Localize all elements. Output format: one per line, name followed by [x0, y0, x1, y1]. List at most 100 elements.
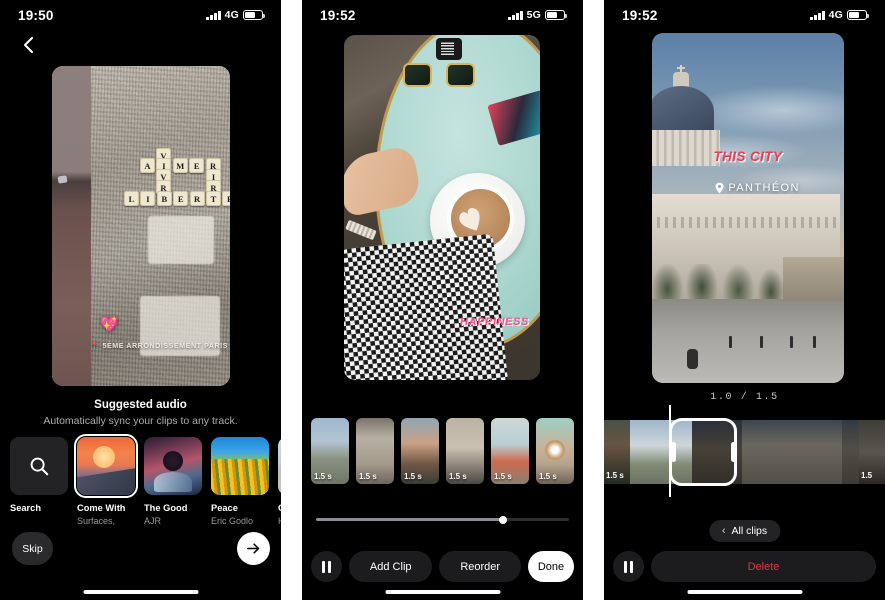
page-title: Suggested audio [94, 399, 187, 411]
pedestrian [813, 336, 817, 348]
battery-icon [545, 9, 568, 21]
track-list[interactable]: Search Come With Surfaces, The Good AJR … [10, 433, 281, 526]
track-title: The Good [144, 503, 188, 513]
clip-duration: 1.5 s [449, 472, 467, 481]
wall-left-edge [52, 66, 91, 386]
track-item[interactable]: Coastli Hollow [278, 437, 281, 526]
track-title: Coastli [278, 503, 281, 513]
status-bar: 19:52 5G [302, 0, 583, 30]
control-bar: Add Clip Reorder Done [311, 551, 575, 582]
track-artist: Surfaces, [77, 516, 116, 526]
video-preview[interactable]: HAPPINESS [344, 35, 540, 380]
pause-icon [623, 560, 627, 573]
scrubber-knob[interactable] [499, 515, 508, 524]
sunglasses-object [402, 62, 475, 89]
control-bar: Delete [613, 551, 876, 582]
status-time: 19:52 [622, 7, 658, 23]
pause-icon [321, 560, 325, 573]
status-bar: 19:52 4G [604, 0, 885, 30]
next-button[interactable] [237, 532, 270, 565]
panel-suggested-audio: 19:50 4G V AIM ER V R I R L I B E R T E … [0, 0, 281, 600]
arrow-right-icon [247, 543, 260, 554]
panel-clip-editor: 19:52 5G HAPPINESS 1.5 s 1.5 s 1.5 s 1.5… [302, 0, 583, 600]
all-clips-label: All clips [731, 525, 768, 537]
reorder-button[interactable]: Reorder [439, 551, 522, 582]
timeline-strip[interactable]: 1.5 s 1.5 [604, 420, 885, 484]
timeline-frame[interactable] [842, 420, 859, 484]
timeline-next-clip[interactable]: 1.5 [859, 420, 885, 484]
signal-icon [508, 10, 523, 20]
photographer [686, 349, 698, 369]
video-preview[interactable]: THIS CITY PANTHÉON [652, 33, 844, 383]
chevron-left-icon [23, 36, 34, 54]
network-label: 5G [526, 9, 541, 21]
clip-thumbnail[interactable]: 1.5 s [491, 418, 529, 484]
audio-section-header: Suggested audio Automatically sync your … [0, 399, 281, 427]
signal-icon [206, 10, 221, 20]
album-art[interactable] [144, 437, 202, 495]
pause-button[interactable] [613, 551, 644, 582]
clip-duration: 1.5 s [404, 472, 422, 481]
timeline-frame[interactable] [742, 420, 842, 484]
track-item[interactable]: Peace Eric Godlo [211, 437, 269, 526]
pause-button[interactable] [311, 551, 342, 582]
panel-footer: Skip [0, 532, 281, 566]
overlay-title: THIS CITY [713, 148, 783, 164]
clip-duration: 1.5 [861, 471, 873, 480]
timeline-prev-clip[interactable]: 1.5 s [604, 420, 630, 484]
home-indicator [83, 590, 198, 594]
track-artist: Hollow [278, 516, 281, 526]
clip-thumbnail[interactable]: 1.5 s [536, 418, 574, 484]
all-clips-button[interactable]: ‹ All clips [708, 520, 781, 542]
overlay-place: PANTHÉON [715, 182, 800, 194]
add-clip-button[interactable]: Add Clip [349, 551, 433, 582]
clip-thumbnail[interactable]: 1.5 s [446, 418, 484, 484]
status-time: 19:50 [18, 7, 54, 23]
clip-strip[interactable]: 1.5 s 1.5 s 1.5 s 1.5 s 1.5 s 1.5 s [311, 418, 574, 484]
status-time: 19:52 [320, 7, 356, 23]
status-indicators: 5G [508, 9, 568, 21]
delete-button[interactable]: Delete [651, 551, 876, 582]
clip-duration: 1.5 s [314, 472, 332, 481]
clip-thumbnail[interactable]: 1.5 s [356, 418, 394, 484]
trim-current: 1.0 [710, 392, 734, 403]
album-art[interactable] [73, 433, 139, 499]
track-item[interactable]: Come With Surfaces, [73, 433, 139, 526]
album-art[interactable] [278, 437, 281, 495]
track-item[interactable]: The Good AJR [144, 437, 202, 526]
location-pin-icon [715, 182, 724, 194]
wall-patch [148, 216, 214, 264]
chevron-left-icon: ‹ [721, 525, 726, 537]
clip-thumbnail[interactable]: 1.5 s [311, 418, 349, 484]
track-search[interactable]: Search [10, 437, 68, 526]
track-title: Search [10, 503, 42, 513]
panel-trim-clip: 19:52 4G THIS CITY PANTHÉON 1.0 / 1.5 1.… [604, 0, 885, 600]
trim-separator: / [740, 392, 749, 403]
done-button[interactable]: Done [528, 551, 575, 582]
playhead-indicator[interactable] [669, 405, 671, 497]
playback-scrubber[interactable] [316, 515, 569, 524]
battery-icon [847, 9, 870, 21]
photo-preview[interactable]: V AIM ER V R I R LIB ERT E 💖 📍 5ÈME ARRO… [52, 66, 230, 386]
trim-selection-handle[interactable] [669, 418, 737, 486]
trim-readout: 1.0 / 1.5 [604, 392, 885, 403]
clip-duration: 1.5 s [494, 472, 512, 481]
network-label: 4G [828, 9, 843, 21]
screenshot-root: 19:50 4G V AIM ER V R I R L I B E R T E … [0, 0, 885, 600]
pedestrian [759, 336, 763, 348]
search-tile[interactable] [10, 437, 68, 495]
pause-icon [328, 560, 332, 573]
network-label: 4G [224, 9, 239, 21]
status-bar: 19:50 4G [0, 0, 281, 30]
track-title: Come With [77, 503, 126, 513]
clip-thumbnail[interactable]: 1.5 s [401, 418, 439, 484]
scrabble-row: LIB ERT E [124, 191, 230, 206]
clip-duration: 1.5 s [606, 471, 624, 480]
album-art[interactable] [211, 437, 269, 495]
back-button[interactable] [18, 34, 40, 56]
skip-button[interactable]: Skip [12, 532, 53, 565]
clip-duration: 1.5 s [539, 472, 557, 481]
pedestrian [728, 336, 732, 348]
search-icon [30, 457, 49, 476]
heart-sticker: 💖 [100, 316, 119, 333]
